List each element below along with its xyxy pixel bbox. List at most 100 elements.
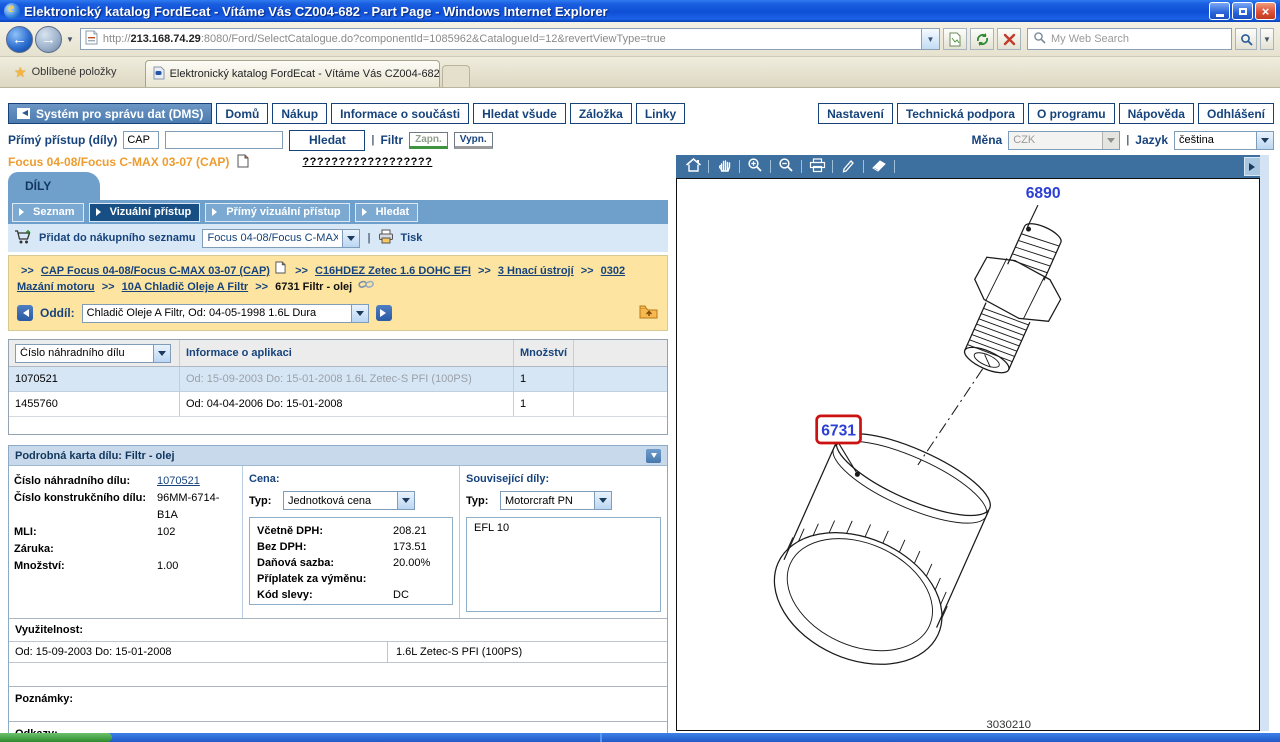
arrow-right-icon bbox=[19, 208, 28, 216]
print-icon bbox=[378, 229, 394, 247]
document-icon[interactable] bbox=[237, 154, 249, 171]
usability-title: Využitelnost: bbox=[9, 619, 667, 641]
table-row[interactable]: 1455760 Od: 04-04-2006 Do: 15-01-2008 1 bbox=[9, 392, 667, 417]
document-icon[interactable] bbox=[273, 265, 291, 277]
arrow-right-icon bbox=[1249, 163, 1259, 171]
tab-fordecat[interactable]: Elektronický katalog FordEcat - Vítáme V… bbox=[145, 60, 440, 87]
separator: | bbox=[371, 134, 374, 146]
vehicle-select[interactable]: Focus 04-08/Focus C-MAX bbox=[202, 229, 360, 248]
diagram-pan-button[interactable] bbox=[712, 156, 736, 177]
subnav-search-button[interactable]: Hledat bbox=[355, 203, 419, 222]
zoom-in-button[interactable] bbox=[743, 156, 767, 177]
menu-part-info-button[interactable]: Informace o součásti bbox=[331, 103, 469, 124]
diagram-eraser-button[interactable] bbox=[867, 156, 891, 177]
arrow-left-icon bbox=[19, 309, 29, 317]
cart-icon bbox=[14, 229, 32, 248]
part-number-input[interactable] bbox=[165, 131, 283, 149]
catalogue-code-input[interactable]: CAP bbox=[123, 131, 159, 149]
language-label: Jazyk bbox=[1135, 133, 1168, 147]
section-select[interactable]: Chladič Oleje A Filtr, Od: 04-05-1998 1.… bbox=[82, 304, 369, 323]
page-view-button[interactable] bbox=[943, 28, 967, 50]
diagram-home-button[interactable] bbox=[681, 156, 705, 177]
folder-up-icon[interactable] bbox=[639, 304, 659, 323]
chevron-down-icon bbox=[397, 492, 414, 509]
subnav-visual-access-button[interactable]: Vizuální přístup bbox=[89, 203, 201, 222]
previous-section-button[interactable] bbox=[17, 305, 33, 321]
diagram-annotate-button[interactable] bbox=[836, 156, 860, 177]
zoom-out-button[interactable] bbox=[774, 156, 798, 177]
url-input[interactable]: http://213.168.74.29:8080/Ford/SelectCat… bbox=[80, 28, 922, 50]
tab-dily[interactable]: DÍLY bbox=[8, 172, 100, 200]
breadcrumb-link-group[interactable]: 3 Hnací ústrojí bbox=[498, 265, 574, 277]
question-link[interactable]: ?????????????????? bbox=[302, 156, 432, 168]
eraser-icon bbox=[871, 158, 887, 175]
menu-settings-button[interactable]: Nastavení bbox=[818, 103, 893, 124]
filter-off-button[interactable]: Vypn. bbox=[454, 132, 493, 149]
search-options-dropdown[interactable]: ▼ bbox=[1260, 28, 1274, 50]
filter-on-button[interactable]: Zapn. bbox=[409, 132, 448, 149]
menu-search-all-button[interactable]: Hledat všude bbox=[473, 103, 566, 124]
search-go-button[interactable] bbox=[1235, 28, 1257, 50]
breadcrumb: >> CAP Focus 04-08/Focus C-MAX 03-07 (CA… bbox=[17, 261, 659, 295]
close-button[interactable]: × bbox=[1255, 2, 1276, 20]
language-select[interactable]: čeština bbox=[1174, 131, 1274, 150]
related-parts-box: EFL 10 bbox=[466, 517, 661, 612]
refresh-button[interactable] bbox=[970, 28, 994, 50]
chevron-down-icon bbox=[651, 453, 657, 461]
url-dropdown-button[interactable]: ▼ bbox=[922, 28, 940, 50]
quick-search-button[interactable]: Hledat bbox=[289, 130, 365, 151]
collapse-button[interactable] bbox=[646, 449, 661, 463]
link-chain-icon[interactable] bbox=[355, 281, 374, 293]
start-button[interactable] bbox=[0, 733, 112, 742]
minimize-button[interactable] bbox=[1209, 2, 1230, 20]
breadcrumb-link-engine[interactable]: C16HDEZ Zetec 1.6 DOHC EFI bbox=[315, 265, 471, 277]
menu-dms-button[interactable]: Systém pro správu dat (DMS) bbox=[8, 103, 212, 124]
add-to-list-button[interactable]: Přidat do nákupního seznamu bbox=[39, 232, 195, 244]
links-section: Odkazy: bbox=[9, 721, 667, 733]
part-number-link[interactable]: 1070521 bbox=[157, 473, 200, 490]
price-box: Včetně DPH:208.21 Bez DPH:173.51 Daňová … bbox=[249, 517, 453, 605]
print-button[interactable]: Tisk bbox=[401, 232, 423, 244]
stop-button[interactable] bbox=[997, 28, 1021, 50]
breadcrumb-link-catalogue[interactable]: CAP Focus 04-08/Focus C-MAX 03-07 (CAP) bbox=[41, 265, 270, 277]
forward-button[interactable]: → bbox=[35, 26, 62, 53]
related-parts-column: Související díly: Typ: Motorcraft PN EFL… bbox=[459, 466, 667, 618]
part-diagram[interactable]: 6890 6731 3030210 bbox=[676, 178, 1260, 731]
windows-taskbar[interactable] bbox=[0, 733, 1280, 742]
favicon-icon bbox=[85, 30, 98, 48]
section-row: Oddíl: Chladič Oleje A Filtr, Od: 04-05-… bbox=[17, 302, 659, 324]
history-dropdown-icon[interactable]: ▼ bbox=[66, 35, 74, 44]
page-content: Systém pro správu dat (DMS) Domů Nákup I… bbox=[0, 88, 1280, 733]
currency-select: CZK bbox=[1008, 131, 1120, 150]
new-tab-stub[interactable] bbox=[442, 65, 470, 87]
menu-logout-button[interactable]: Odhlášení bbox=[1198, 103, 1274, 124]
chevron-down-icon bbox=[153, 345, 170, 362]
part-column-select[interactable]: Číslo náhradního dílu bbox=[15, 344, 171, 363]
parts-subnav: Seznam Vizuální přístup Přímý vizuální p… bbox=[8, 200, 668, 224]
menu-purchase-button[interactable]: Nákup bbox=[272, 103, 327, 124]
table-row[interactable]: 1070521 Od: 15-09-2003 Do: 15-01-2008 1.… bbox=[9, 367, 667, 392]
diagram-print-button[interactable] bbox=[805, 156, 829, 177]
breadcrumb-link-section[interactable]: 10A Chladič Oleje A Filtr bbox=[122, 281, 249, 293]
menu-about-button[interactable]: O programu bbox=[1028, 103, 1115, 124]
related-type-select[interactable]: Motorcraft PN bbox=[500, 491, 612, 510]
subnav-direct-visual-button[interactable]: Přímý vizuální přístup bbox=[205, 203, 349, 222]
favorites-button[interactable]: ★ Oblíbené položky bbox=[4, 60, 127, 84]
price-type-select[interactable]: Jednotková cena bbox=[283, 491, 415, 510]
chevron-down-icon bbox=[594, 492, 611, 509]
menu-home-button[interactable]: Domů bbox=[216, 103, 268, 124]
web-search-input[interactable]: My Web Search bbox=[1027, 28, 1232, 50]
menu-support-button[interactable]: Technická podpora bbox=[897, 103, 1024, 124]
menu-help-button[interactable]: Nápověda bbox=[1119, 103, 1194, 124]
oil-filter-drawing: 6890 6731 3030210 bbox=[677, 179, 1259, 730]
next-section-button[interactable] bbox=[376, 305, 392, 321]
quick-access-label: Přímý přístup (díly) bbox=[8, 133, 117, 147]
subnav-list-button[interactable]: Seznam bbox=[12, 203, 84, 222]
menu-links-button[interactable]: Linky bbox=[636, 103, 685, 124]
related-title: Související díly: bbox=[466, 473, 661, 485]
usability-engine: 1.6L Zetec-S PFI (100PS) bbox=[387, 642, 667, 662]
qty-column-header: Množství bbox=[513, 340, 573, 366]
restore-button[interactable] bbox=[1232, 2, 1253, 20]
back-button[interactable]: ← bbox=[6, 26, 33, 53]
menu-bookmark-button[interactable]: Záložka bbox=[570, 103, 632, 124]
